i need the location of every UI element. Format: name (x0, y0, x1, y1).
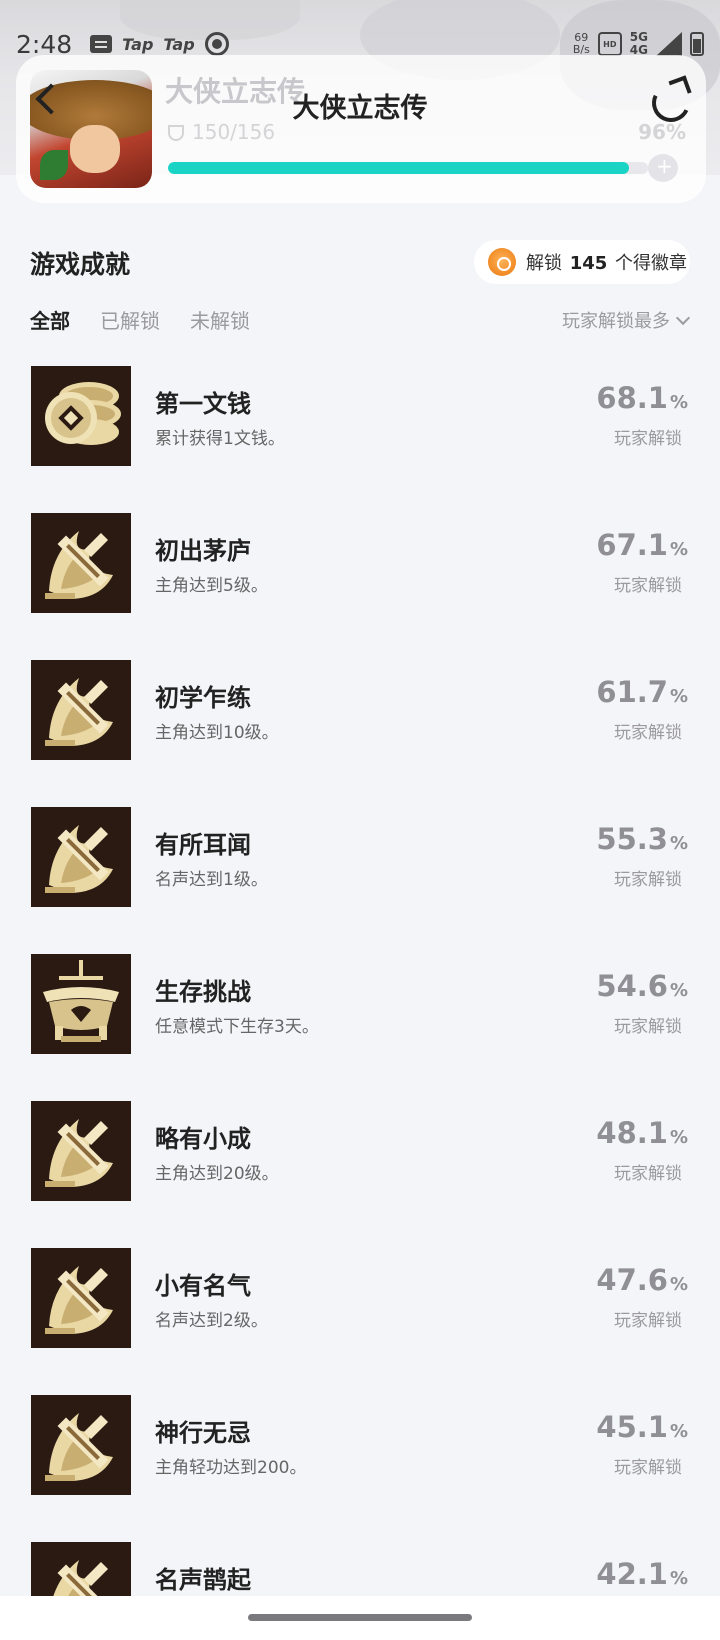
unlock-percent-unit: % (669, 1568, 688, 1589)
badge-summary-button[interactable]: 解锁 145 个得徽章 (474, 240, 690, 284)
unlock-percent-unit: % (669, 1421, 688, 1442)
unlock-percent-label: 玩家解锁 (614, 429, 682, 449)
achievement-item[interactable]: 有所耳闻名声达到1级。 55.3% 玩家解锁 (0, 807, 720, 954)
unlock-percent-unit: % (669, 980, 688, 1001)
achievement-name: 有所耳闻 (155, 831, 251, 859)
achievement-name: 小有名气 (155, 1272, 251, 1300)
sword-icon (31, 1395, 131, 1495)
achievement-description: 任意模式下生存3天。 (155, 1017, 319, 1037)
tap-notification-icon: Tap (122, 34, 154, 54)
unlock-percent-unit: % (669, 392, 688, 413)
unlock-percent: 55.3% (596, 822, 688, 856)
unlock-percent: 67.1% (596, 528, 688, 562)
sword-icon (31, 513, 131, 613)
unlock-percent: 47.6% (596, 1263, 688, 1297)
sort-label: 玩家解锁最多 (562, 311, 670, 332)
achievement-name: 神行无忌 (155, 1419, 251, 1447)
achievement-name: 初学乍练 (155, 684, 251, 712)
unlock-percent: 45.1% (596, 1410, 688, 1444)
unlock-percent-value: 68.1 (596, 381, 668, 415)
unlock-percent-label: 玩家解锁 (614, 1017, 682, 1037)
tab-all[interactable]: 全部 (30, 305, 70, 334)
achievement-name: 名声鹊起 (155, 1566, 251, 1594)
achievement-description: 主角达到10级。 (155, 723, 279, 743)
message-notification-icon (90, 35, 113, 53)
filter-tabs: 全部 已解锁 未解锁 (30, 305, 250, 334)
unlock-percent-unit: % (669, 833, 688, 854)
achievement-name: 第一文钱 (155, 390, 251, 418)
unlock-percent-value: 54.6 (596, 969, 668, 1003)
achievement-description: 名声达到2级。 (155, 1311, 268, 1331)
unlock-percent-value: 61.7 (596, 675, 668, 709)
home-indicator[interactable] (248, 1614, 472, 1621)
achievement-description: 累计获得1文钱。 (155, 429, 285, 449)
unlock-percent: 54.6% (596, 969, 688, 1003)
achievement-description: 名声达到1级。 (155, 870, 268, 890)
unlock-percent-value: 67.1 (596, 528, 668, 562)
unlock-percent: 61.7% (596, 675, 688, 709)
section-title: 游戏成就 (30, 250, 131, 279)
achievement-item[interactable]: 小有名气名声达到2级。 47.6% 玩家解锁 (0, 1248, 720, 1395)
achievement-description: 主角达到20级。 (155, 1164, 279, 1184)
unlock-percent-value: 47.6 (596, 1263, 668, 1297)
coins-icon (31, 366, 131, 466)
achievement-item[interactable]: 神行无忌主角轻功达到200。 45.1% 玩家解锁 (0, 1395, 720, 1542)
sort-dropdown[interactable]: 玩家解锁最多 (562, 307, 691, 333)
unlock-percent-label: 玩家解锁 (614, 1164, 682, 1184)
tap-notification-icon: Tap (163, 34, 195, 54)
unlock-percent-label: 玩家解锁 (614, 870, 682, 890)
achievement-item[interactable]: 生存挑战任意模式下生存3天。 54.6% 玩家解锁 (0, 954, 720, 1101)
unlock-percent-unit: % (669, 1274, 688, 1295)
tab-locked[interactable]: 未解锁 (190, 305, 250, 334)
achievement-name: 生存挑战 (155, 978, 251, 1006)
achievement-item[interactable]: 初出茅庐主角达到5级。 67.1% 玩家解锁 (0, 513, 720, 660)
achievement-item[interactable]: 第一文钱累计获得1文钱。 68.1% 玩家解锁 (0, 366, 720, 513)
achievement-list: 第一文钱累计获得1文钱。 68.1% 玩家解锁 初出茅庐主角达到5级。 67.1% 玩家… (0, 366, 720, 1640)
trophy-icon (168, 125, 184, 141)
unlock-percent-label: 玩家解锁 (614, 1458, 682, 1478)
unlock-percent-unit: % (669, 539, 688, 560)
sword-icon (31, 1101, 131, 1201)
achievement-description: 主角轻功达到200。 (155, 1458, 307, 1478)
network-type: 5G 4G (629, 30, 648, 57)
sword-icon (31, 807, 131, 907)
unlock-percent-label: 玩家解锁 (614, 576, 682, 596)
page-title: 大侠立志传 (292, 93, 428, 124)
unlock-percent: 48.1% (596, 1116, 688, 1150)
sword-icon (31, 1248, 131, 1348)
achievement-item[interactable]: 初学乍练主角达到10级。 61.7% 玩家解锁 (0, 660, 720, 807)
unlock-percent: 42.1% (596, 1557, 688, 1591)
completion-progress-bar (168, 162, 648, 174)
screen-record-icon (204, 32, 229, 56)
unlock-percent-unit: % (669, 1127, 688, 1148)
chevron-down-icon (675, 310, 691, 325)
unlock-percent-value: 42.1 (596, 1557, 668, 1591)
network-speed: 69 B/s (572, 31, 590, 56)
badge-icon (488, 248, 516, 276)
progress-end-icon (648, 154, 678, 182)
unlock-percent-value: 55.3 (596, 822, 668, 856)
unlock-percent: 68.1% (596, 381, 688, 415)
hd-voice-icon: HD (597, 32, 622, 56)
achievement-name: 略有小成 (155, 1125, 251, 1153)
unlock-percent-value: 45.1 (596, 1410, 668, 1444)
unlock-percent-label: 玩家解锁 (614, 1311, 682, 1331)
achievement-description: 主角达到5级。 (155, 576, 268, 596)
signal-icon (656, 32, 682, 56)
progress-fill (168, 162, 629, 174)
unlock-percent-unit: % (669, 686, 688, 707)
cauldron-icon (31, 954, 131, 1054)
sword-icon (31, 660, 131, 760)
achievement-name: 初出茅庐 (155, 537, 251, 565)
badge-summary-text: 解锁 145 个得徽章 (526, 253, 688, 274)
battery-icon (690, 32, 704, 56)
unlock-percent-value: 48.1 (596, 1116, 668, 1150)
tab-unlocked[interactable]: 已解锁 (100, 305, 160, 334)
achievement-item[interactable]: 略有小成主角达到20级。 48.1% 玩家解锁 (0, 1101, 720, 1248)
unlock-percent-label: 玩家解锁 (614, 723, 682, 743)
